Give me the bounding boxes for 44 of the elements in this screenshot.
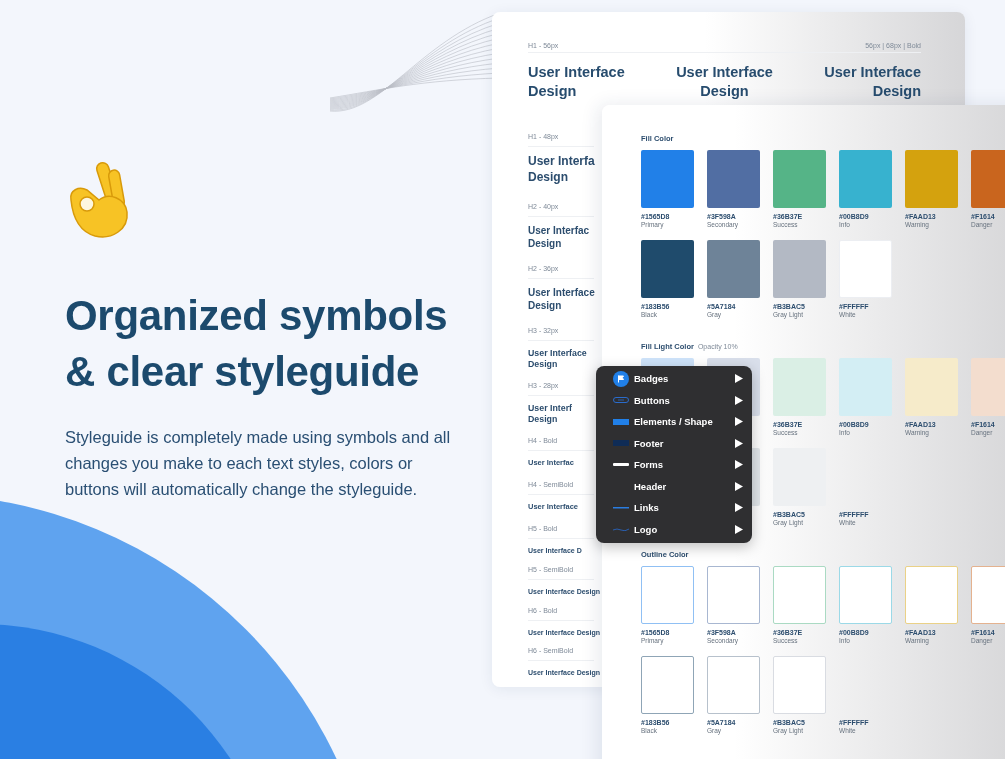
- color-swatch: [773, 566, 826, 624]
- flag-icon: [613, 370, 629, 387]
- type-sample: User Interface Design: [528, 64, 625, 99]
- caret-icon: [735, 417, 743, 427]
- menu-item[interactable]: Logo: [596, 518, 752, 540]
- caret-icon: [735, 438, 743, 448]
- type-sample: User Interface Design: [824, 64, 921, 99]
- menu-item[interactable]: Badges: [596, 368, 752, 390]
- color-swatch: [641, 656, 694, 714]
- color-swatch: [839, 566, 892, 624]
- color-swatch: [905, 358, 958, 416]
- menu-item[interactable]: Links: [596, 497, 752, 519]
- type-sample: User Interface Design: [676, 64, 773, 99]
- caret-icon: [735, 374, 743, 384]
- hero-description: Styleguide is completely made using symbols and all changes you make to each text styles, colors or buttons will automatically change the styleguide.: [65, 427, 452, 500]
- caret-icon: [735, 503, 743, 513]
- type-sample: User Interface Design: [528, 286, 595, 312]
- caret-icon: [735, 524, 743, 534]
- menu-item[interactable]: Buttons: [596, 389, 752, 411]
- caret-icon: [735, 395, 743, 405]
- type-sample: User Interfa Design: [528, 154, 595, 186]
- color-swatch: [773, 656, 826, 714]
- menu-item[interactable]: Header: [596, 475, 752, 497]
- color-swatch: [707, 656, 760, 714]
- color-swatch: [707, 566, 760, 624]
- caret-icon: [735, 481, 743, 491]
- color-swatch: [641, 566, 694, 624]
- pill-icon: [613, 397, 629, 404]
- rectangle-icon: [613, 418, 629, 425]
- type-sample: User Interf Design: [528, 403, 572, 426]
- color-swatch: [905, 566, 958, 624]
- caret-icon: [735, 460, 743, 470]
- menu-item[interactable]: Elements / Shape: [596, 411, 752, 433]
- color-swatch: [773, 358, 826, 416]
- line-icon: [613, 527, 629, 531]
- rectangle-icon: [613, 440, 629, 447]
- bar-icon: [613, 463, 629, 467]
- menu-item[interactable]: Forms: [596, 454, 752, 476]
- type-sample: User Interfac Design: [528, 224, 590, 250]
- hero-heading: Organized symbols & clear styleguide: [65, 291, 449, 397]
- line-icon: [613, 506, 629, 509]
- type-sample: User Interface Design: [528, 348, 587, 371]
- menu-item[interactable]: Footer: [596, 432, 752, 454]
- color-swatch: [839, 358, 892, 416]
